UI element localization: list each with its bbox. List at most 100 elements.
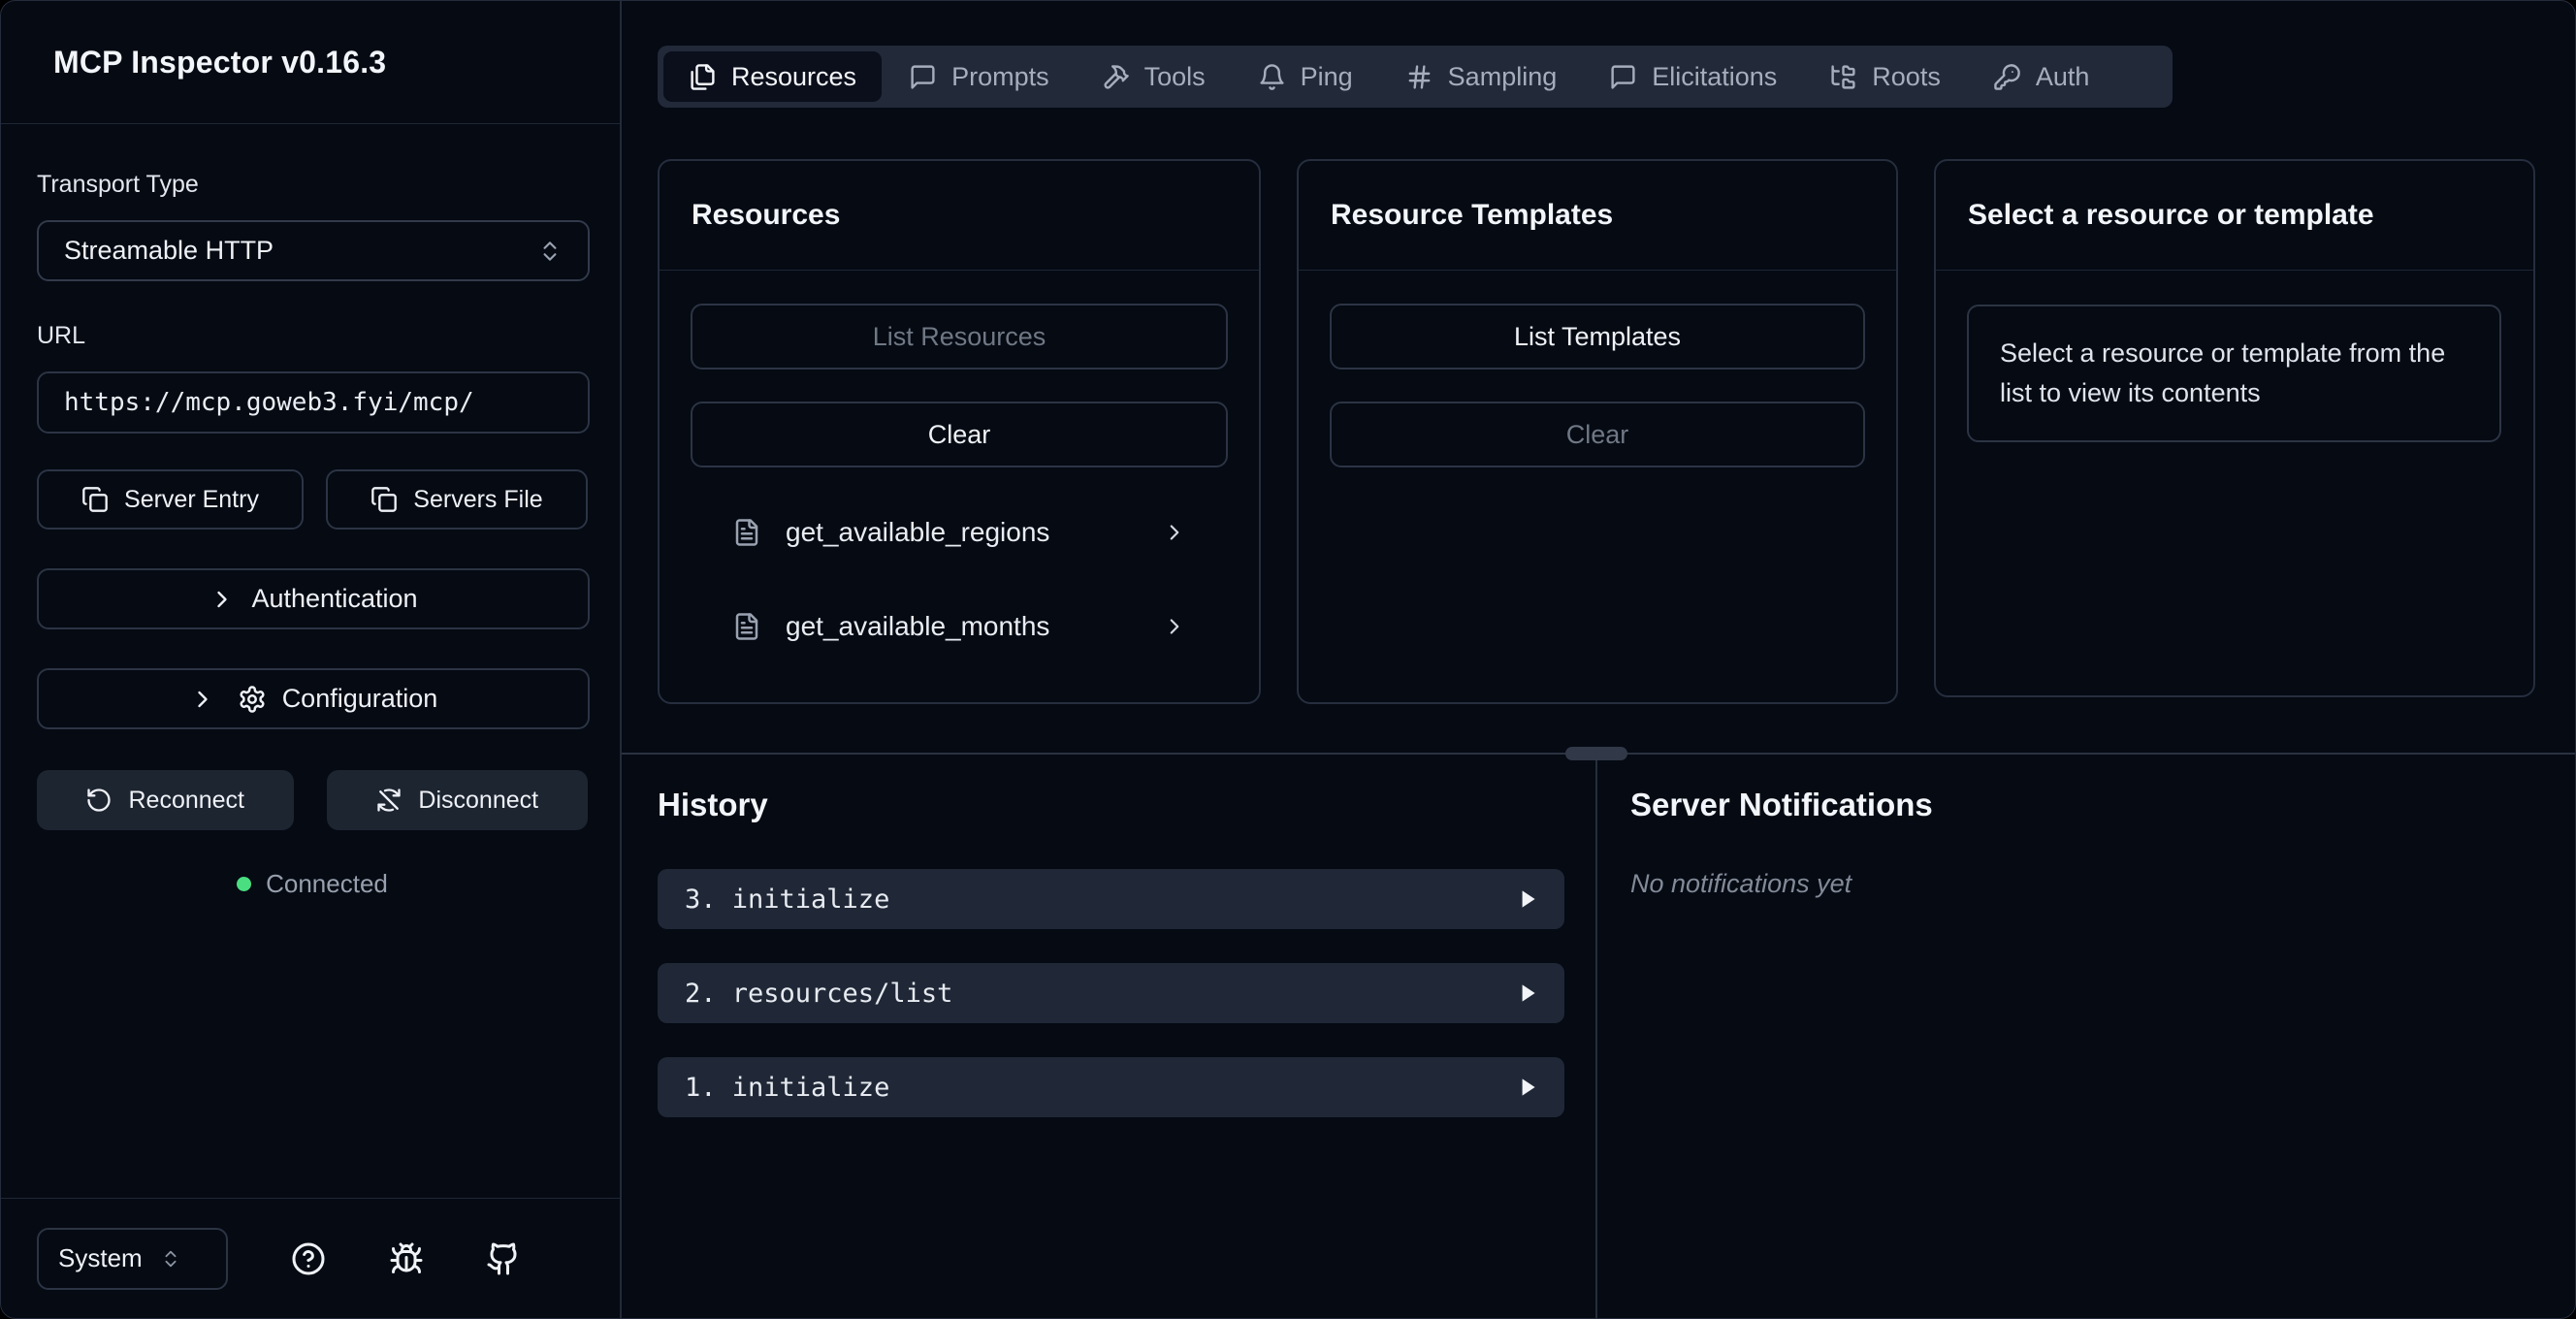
transport-type-select[interactable]: Streamable HTTP: [37, 220, 590, 281]
resource-item[interactable]: get_available_months: [691, 597, 1228, 656]
authentication-label: Authentication: [251, 584, 417, 614]
file-text-icon: [732, 612, 761, 641]
history-entry-label: 3. initialize: [685, 885, 1515, 915]
tab-ping[interactable]: Ping: [1233, 51, 1378, 102]
files-icon: [689, 63, 717, 91]
chevron-right-icon: [189, 686, 216, 713]
tab-label: Prompts: [951, 62, 1049, 92]
preview-empty-message: Select a resource or template from the l…: [1967, 305, 2501, 442]
configuration-label: Configuration: [282, 684, 438, 714]
resource-item[interactable]: get_available_regions: [691, 503, 1228, 562]
app-title: MCP Inspector v0.16.3: [53, 45, 386, 80]
file-text-icon: [732, 518, 761, 547]
resources-card: Resources List Resources Clear get_avail…: [658, 159, 1261, 704]
server-entry-button[interactable]: Server Entry: [37, 469, 304, 530]
key-icon: [1993, 63, 2021, 91]
bottom-panels: History 3. initialize 2. resources/list: [622, 755, 2576, 1318]
message-square-icon: [1609, 63, 1637, 91]
transport-type-value: Streamable HTTP: [64, 236, 537, 266]
folder-tree-icon: [1829, 63, 1857, 91]
tab-label: Tools: [1144, 62, 1206, 92]
url-label: URL: [37, 322, 588, 350]
tab-elicitations[interactable]: Elicitations: [1584, 51, 1802, 102]
templates-card-title: Resource Templates: [1331, 199, 1613, 232]
splitter-handle[interactable]: [1565, 747, 1627, 760]
chevron-right-icon: [209, 586, 236, 613]
sidebar-footer: System: [1, 1198, 620, 1318]
tab-tools[interactable]: Tools: [1077, 51, 1231, 102]
mcp-inspector-window: MCP Inspector v0.16.3 Transport Type Str…: [0, 0, 2576, 1319]
bug-icon[interactable]: [389, 1241, 424, 1276]
transport-type-label: Transport Type: [37, 171, 588, 199]
list-resources-button[interactable]: List Resources: [691, 304, 1228, 370]
status-label: Connected: [266, 869, 388, 899]
history-entry[interactable]: 1. initialize: [658, 1057, 1564, 1117]
clear-templates-button[interactable]: Clear: [1330, 402, 1865, 467]
notifications-empty-message: No notifications yet: [1630, 869, 2576, 899]
templates-card-header: Resource Templates: [1299, 161, 1896, 271]
play-icon: [1515, 1075, 1540, 1100]
chevrons-up-down-icon: [160, 1248, 181, 1270]
history-title: History: [658, 787, 1595, 823]
play-icon: [1515, 886, 1540, 912]
horizontal-splitter[interactable]: [622, 753, 2576, 755]
copy-icon: [370, 486, 398, 513]
sidebar: MCP Inspector v0.16.3 Transport Type Str…: [1, 1, 622, 1318]
theme-value: System: [58, 1243, 143, 1273]
server-notifications-panel: Server Notifications No notifications ye…: [1597, 755, 2576, 1318]
copy-icon: [81, 486, 109, 513]
sidebar-header: MCP Inspector v0.16.3: [1, 1, 620, 124]
chevron-right-icon: [1162, 520, 1187, 545]
resource-templates-card: Resource Templates List Templates Clear: [1297, 159, 1898, 704]
tab-prompts[interactable]: Prompts: [884, 51, 1075, 102]
github-icon[interactable]: [486, 1241, 521, 1276]
tab-label: Sampling: [1448, 62, 1558, 92]
tab-label: Elicitations: [1652, 62, 1777, 92]
preview-card-header: Select a resource or template: [1936, 161, 2533, 271]
servers-file-button[interactable]: Servers File: [326, 469, 588, 530]
resource-preview-card: Select a resource or template Select a r…: [1934, 159, 2535, 697]
help-circle-icon[interactable]: [291, 1241, 326, 1276]
message-square-icon: [909, 63, 937, 91]
status-dot: [237, 877, 251, 891]
hammer-icon: [1102, 63, 1130, 91]
connection-status: Connected: [37, 869, 588, 899]
chevrons-up-down-icon: [537, 239, 563, 264]
reconnect-button[interactable]: Reconnect: [37, 770, 294, 830]
reconnect-label: Reconnect: [128, 787, 244, 815]
servers-file-label: Servers File: [413, 486, 542, 514]
server-entry-label: Server Entry: [124, 486, 259, 514]
history-panel: History 3. initialize 2. resources/list: [622, 755, 1595, 1318]
notifications-title: Server Notifications: [1630, 787, 2576, 823]
resource-name: get_available_months: [786, 611, 1138, 642]
resource-name: get_available_regions: [786, 517, 1138, 548]
tab-bar: Resources Prompts Tools Ping: [658, 46, 2173, 108]
chevron-right-icon: [1162, 614, 1187, 639]
main-area: Resources Prompts Tools Ping: [622, 1, 2576, 1318]
list-templates-button[interactable]: List Templates: [1330, 304, 1865, 370]
rotate-ccw-icon: [85, 787, 113, 814]
history-entry[interactable]: 2. resources/list: [658, 963, 1564, 1023]
configuration-toggle[interactable]: Configuration: [37, 668, 590, 729]
tab-label: Ping: [1301, 62, 1353, 92]
tab-sampling[interactable]: Sampling: [1380, 51, 1583, 102]
history-entry-label: 1. initialize: [685, 1073, 1515, 1103]
resources-card-header: Resources: [660, 161, 1259, 271]
clear-resources-button[interactable]: Clear: [691, 402, 1228, 467]
tab-label: Auth: [2036, 62, 2090, 92]
tab-resources[interactable]: Resources: [663, 51, 882, 102]
authentication-toggle[interactable]: Authentication: [37, 568, 590, 629]
bell-icon: [1258, 63, 1286, 91]
resources-card-title: Resources: [692, 199, 840, 232]
hash-icon: [1405, 63, 1433, 91]
gear-icon: [238, 685, 267, 714]
history-entry[interactable]: 3. initialize: [658, 869, 1564, 929]
history-entry-label: 2. resources/list: [685, 979, 1515, 1009]
url-input[interactable]: [37, 371, 590, 434]
tab-roots[interactable]: Roots: [1804, 51, 1966, 102]
sidebar-body: Transport Type Streamable HTTP URL Serve…: [1, 124, 620, 899]
tab-auth[interactable]: Auth: [1968, 51, 2115, 102]
refresh-off-icon: [375, 787, 402, 814]
disconnect-button[interactable]: Disconnect: [327, 770, 588, 830]
theme-select[interactable]: System: [37, 1228, 228, 1290]
